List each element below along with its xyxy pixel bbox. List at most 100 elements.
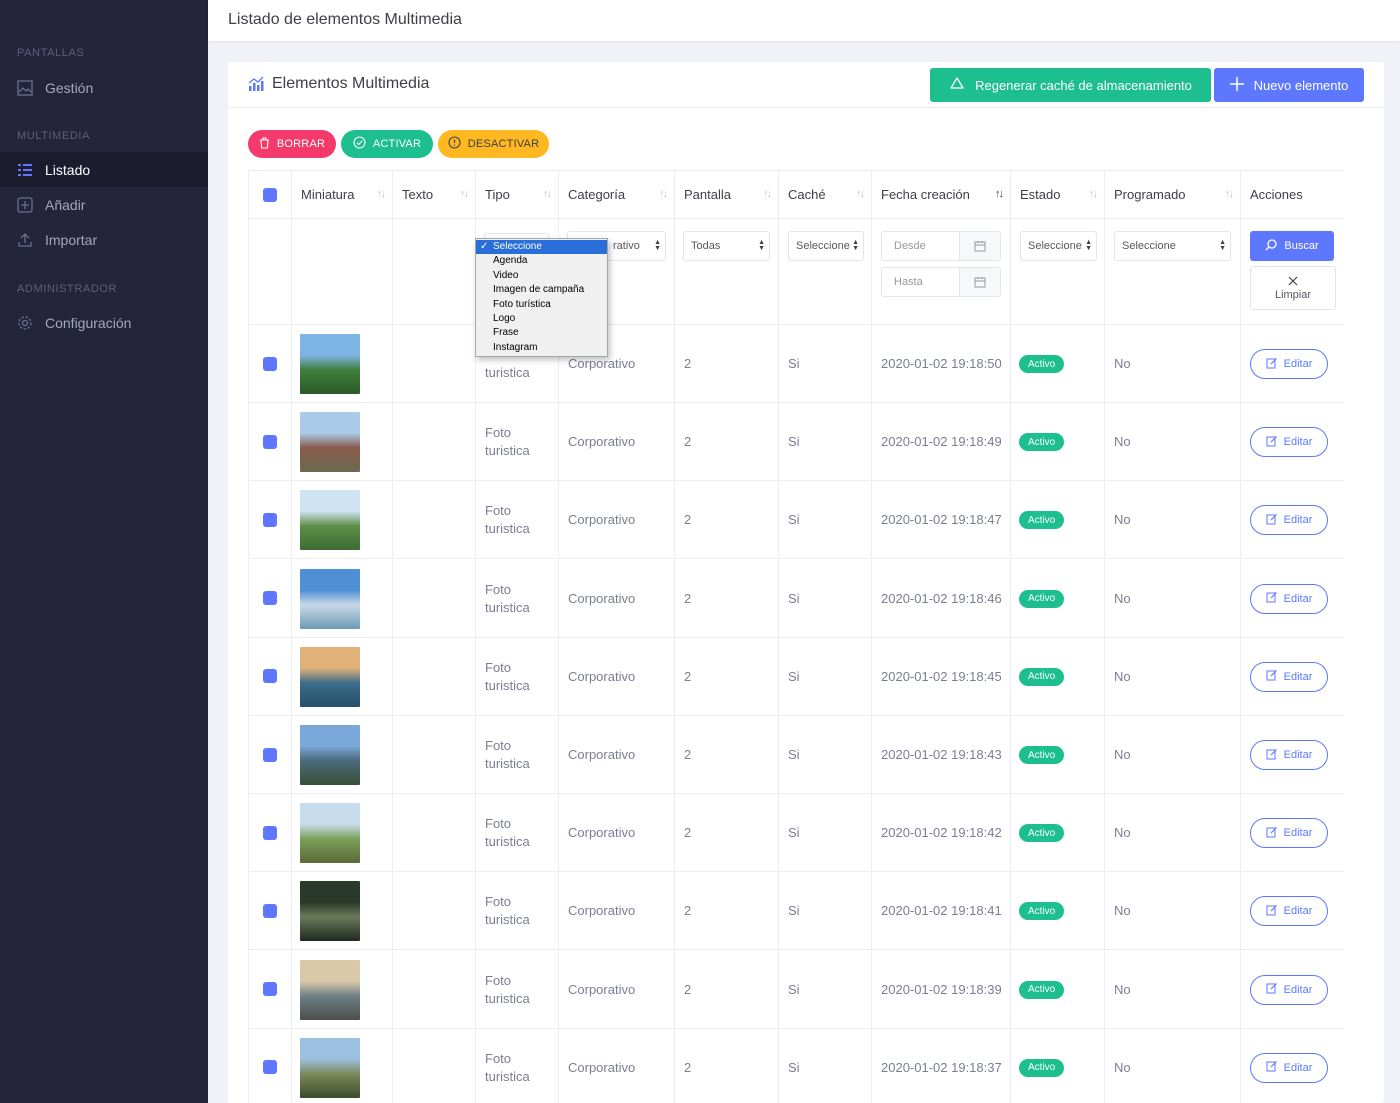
table-row: Foto turistica Corporativo 2 Si 2020-01-… — [248, 950, 1344, 1029]
search-icon — [1265, 238, 1278, 254]
edit-button[interactable]: Editar — [1250, 583, 1328, 614]
categoria-text: Corporativo — [568, 825, 636, 841]
sidebar-section-multimedia: MULTIMEDIA — [17, 130, 91, 142]
row-checkbox[interactable] — [263, 1060, 277, 1075]
col-cache[interactable]: Caché ↑↓ — [778, 171, 871, 218]
edit-button[interactable]: Editar — [1250, 427, 1328, 458]
col-tipo[interactable]: Tipo ↑↓ — [475, 171, 558, 218]
table-row: turistica Corporativo 2 Si 2020-01-02 19… — [248, 325, 1344, 403]
check-circle-icon — [353, 136, 366, 152]
row-checkbox[interactable] — [263, 903, 277, 918]
edit-button[interactable]: Editar — [1250, 818, 1328, 849]
edit-button[interactable]: Editar — [1250, 349, 1328, 379]
sidebar-item-anadir[interactable]: Añadir — [0, 187, 208, 222]
tipo-option-agenda[interactable]: Agenda — [476, 254, 607, 268]
sidebar-item-label: Configuración — [45, 314, 132, 331]
clear-button[interactable]: Limpiar — [1250, 266, 1336, 310]
cache-text: Si — [788, 668, 800, 684]
thumbnail-image[interactable] — [300, 412, 360, 473]
delete-label: BORRAR — [276, 138, 326, 150]
sidebar-item-importar[interactable]: Importar — [0, 222, 208, 257]
checkmark-icon: ✓ — [480, 241, 489, 252]
row-checkbox[interactable] — [263, 669, 277, 684]
tipo-option-instagram[interactable]: Instagram — [476, 341, 607, 355]
row-checkbox[interactable] — [263, 434, 277, 449]
activate-button[interactable]: ACTIVAR — [341, 130, 433, 158]
tipo-option-frase[interactable]: Frase — [476, 326, 607, 340]
calendar-icon[interactable] — [959, 232, 1000, 260]
row-checkbox[interactable] — [263, 591, 277, 606]
sort-icon: ↑↓ — [460, 188, 469, 200]
desde-date-input[interactable]: Desde — [881, 231, 1001, 261]
categoria-text: Corporativo — [568, 668, 636, 684]
sidebar-item-gestion[interactable]: Gestión — [0, 70, 208, 105]
edit-icon — [1266, 1060, 1278, 1075]
thumbnail-image[interactable] — [300, 1037, 360, 1098]
tipo-option-logo[interactable]: Logo — [476, 312, 607, 326]
tipo-dropdown-list[interactable]: ✓ Seleccione Agenda Video Imagen de campa… — [475, 238, 608, 357]
edit-label: Editar — [1283, 905, 1313, 918]
sidebar-item-configuracion[interactable]: Configuración — [0, 305, 208, 340]
cache-filter-select[interactable]: Seleccione ▲ ▼ — [788, 231, 864, 261]
new-element-button[interactable]: Nuevo elemento — [1214, 68, 1364, 102]
edit-icon — [1266, 591, 1278, 606]
table-row: Foto turistica Corporativo 2 Si 2020-01-… — [248, 872, 1344, 951]
thumbnail-image[interactable] — [300, 803, 360, 864]
regenerate-cache-button[interactable]: Regenerar caché de almacenamiento — [930, 68, 1211, 102]
hasta-date-input[interactable]: Hasta — [881, 267, 1001, 297]
col-categoria[interactable]: Categoría ↑↓ — [558, 171, 674, 218]
top-bar: Listado de elementos Multimedia — [208, 0, 1400, 41]
edit-button[interactable]: Editar — [1250, 661, 1328, 692]
search-button[interactable]: Buscar — [1250, 231, 1334, 261]
tipo-option-video[interactable]: Video — [476, 269, 607, 283]
sort-icon: ↑↓ — [543, 188, 552, 200]
edit-button[interactable]: Editar — [1250, 505, 1328, 536]
pantalla-filter-select[interactable]: Todas ▲ ▼ — [683, 231, 770, 261]
tipo-option-foto-turistica[interactable]: Foto turística — [476, 298, 607, 312]
pantalla-text: 2 — [684, 356, 692, 371]
edit-icon — [1266, 435, 1278, 450]
programado-text: No — [1114, 903, 1131, 919]
deactivate-button[interactable]: DESACTIVAR — [438, 130, 549, 158]
edit-button[interactable]: Editar — [1250, 1052, 1328, 1083]
edit-button[interactable]: Editar — [1250, 974, 1328, 1005]
thumbnail-image[interactable] — [300, 881, 360, 942]
row-checkbox[interactable] — [263, 747, 277, 762]
row-checkbox[interactable] — [263, 825, 277, 840]
tipo-option-seleccione[interactable]: ✓ Seleccione — [476, 240, 607, 255]
row-checkbox[interactable] — [263, 512, 277, 527]
pantalla-text: 2 — [684, 434, 692, 450]
programado-filter-select[interactable]: Seleccione ▲ ▼ — [1114, 231, 1231, 261]
thumbnail-image[interactable] — [300, 334, 360, 394]
col-programado[interactable]: Programado ↑↓ — [1104, 171, 1240, 218]
row-checkbox[interactable] — [263, 356, 277, 371]
texto-cell — [392, 950, 475, 1028]
col-pantalla[interactable]: Pantalla ↑↓ — [674, 171, 778, 218]
categoria-text: Corporativo — [568, 356, 636, 371]
thumbnail-image[interactable] — [300, 646, 360, 707]
calendar-icon[interactable] — [959, 268, 1000, 296]
tipo-option-imagen-campana[interactable]: Imagen de campaña — [476, 283, 607, 297]
select-all-checkbox[interactable] — [263, 187, 277, 202]
thumbnail-image[interactable] — [300, 725, 360, 785]
thumbnail-image[interactable] — [300, 959, 360, 1020]
col-fecha-creacion[interactable]: Fecha creación ↑↓ — [871, 171, 1010, 218]
edit-button[interactable]: Editar — [1250, 896, 1328, 927]
table-header-row: Miniatura ↑↓ Texto ↑↓ Tipo ↑↓ Categoría ↑↓ P… — [248, 170, 1344, 219]
programado-text: No — [1114, 512, 1131, 528]
pantalla-text: 2 — [684, 512, 692, 528]
col-estado[interactable]: Estado ↑↓ — [1010, 171, 1104, 218]
sidebar-item-listado[interactable]: Listado — [0, 152, 208, 187]
edit-label: Editar — [1283, 358, 1313, 370]
edit-button[interactable]: Editar — [1250, 740, 1328, 770]
status-badge: Activo — [1019, 746, 1065, 764]
delete-button[interactable]: BORRAR — [248, 130, 336, 158]
fecha-text: 2020-01-02 19:18:50 — [881, 356, 1002, 371]
tipo-text: turistica — [485, 834, 530, 850]
col-texto[interactable]: Texto ↑↓ — [392, 171, 475, 218]
col-miniatura[interactable]: Miniatura ↑↓ — [291, 171, 392, 218]
thumbnail-image[interactable] — [300, 490, 360, 551]
estado-filter-select[interactable]: Seleccione ▲ ▼ — [1020, 231, 1097, 261]
thumbnail-image[interactable] — [300, 568, 360, 629]
row-checkbox[interactable] — [263, 982, 277, 997]
